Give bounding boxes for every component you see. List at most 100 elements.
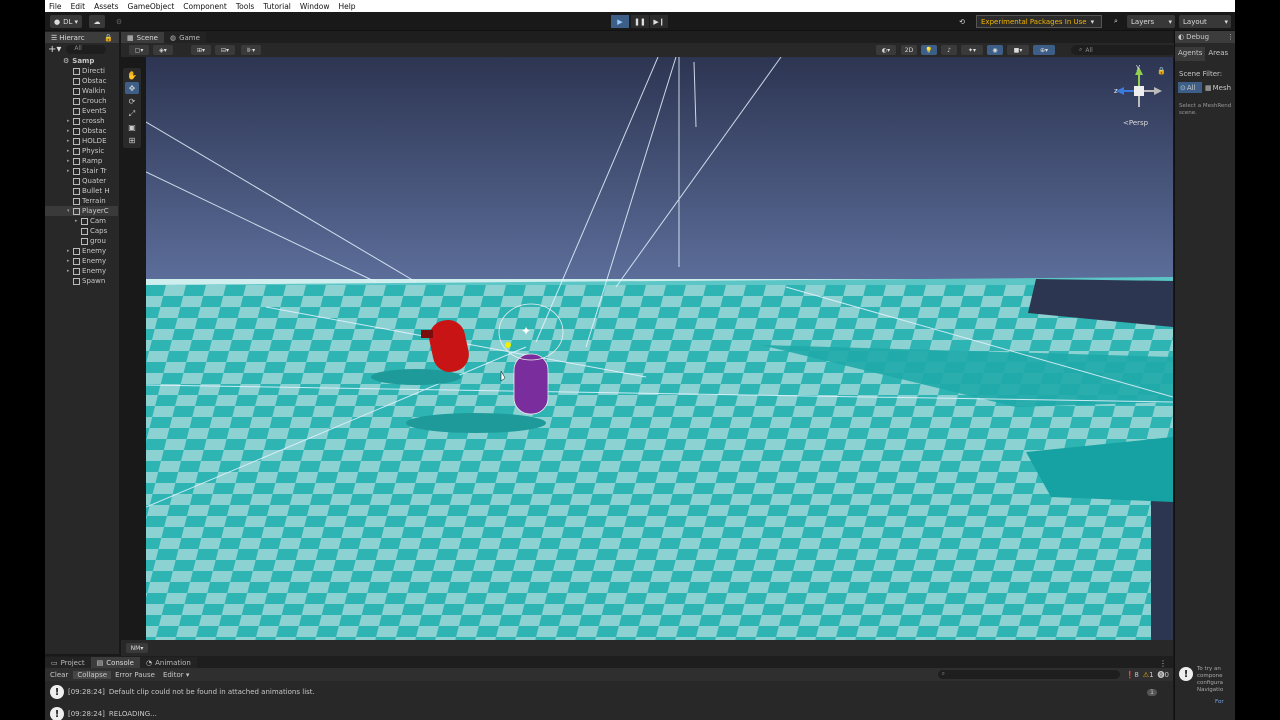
- hierarchy-item[interactable]: Terrain: [45, 196, 118, 206]
- hierarchy-item[interactable]: Bullet H: [45, 186, 118, 196]
- hierarchy-item[interactable]: ▸ Enemy: [45, 266, 118, 276]
- add-icon[interactable]: +▾: [48, 44, 61, 55]
- clear-button[interactable]: Clear: [45, 671, 73, 679]
- lighting-toggle[interactable]: 💡: [921, 45, 937, 55]
- error-pause-button[interactable]: Error Pause: [111, 671, 159, 679]
- menu-file[interactable]: File: [49, 2, 62, 11]
- hierarchy-search-input[interactable]: All: [66, 44, 107, 54]
- hierarchy-item[interactable]: Walkin: [45, 86, 118, 96]
- menu-tutorial[interactable]: Tutorial: [263, 2, 291, 11]
- hierarchy-item[interactable]: ▸ Enemy: [45, 246, 118, 256]
- rotate-tool-icon[interactable]: ⟳: [125, 95, 139, 107]
- more-icon[interactable]: ⋮: [1227, 33, 1234, 41]
- folder-icon: ▭: [51, 658, 58, 667]
- filter-mesh-button[interactable]: ▦ Mesh: [1205, 82, 1235, 93]
- tab-animation[interactable]: ◔ Animation: [140, 657, 197, 668]
- hierarchy-scene-root[interactable]: ⚙ Samp: [45, 56, 118, 66]
- menu-help[interactable]: Help: [338, 2, 355, 11]
- pause-button[interactable]: ❚❚: [631, 15, 649, 28]
- tab-game[interactable]: ◍ Game: [163, 32, 206, 43]
- hierarchy-item[interactable]: Spawn: [45, 276, 118, 286]
- error-count[interactable]: ⓿0: [1158, 670, 1169, 680]
- global-local-dropdown[interactable]: ⊞▾: [191, 45, 211, 55]
- play-button[interactable]: ▶: [611, 15, 629, 28]
- scale-tool-icon[interactable]: ⤢: [125, 108, 139, 120]
- hierarchy-item-label: Stair Tr: [82, 167, 107, 175]
- account-dropdown[interactable]: ● DL ▾: [50, 15, 82, 28]
- layers-dropdown[interactable]: Layers ▾: [1127, 15, 1175, 28]
- collapse-button[interactable]: Collapse: [73, 670, 112, 679]
- tab-debug[interactable]: ◐ Debug ⋮: [1175, 31, 1235, 43]
- gameobject-icon: [73, 257, 80, 265]
- mode-2d-toggle[interactable]: 2D: [901, 45, 917, 55]
- more-icon[interactable]: ⋮: [1159, 659, 1167, 668]
- tab-console[interactable]: ▤ Console: [90, 657, 140, 668]
- hierarchy-item[interactable]: grou: [45, 236, 118, 246]
- tab-hierarchy[interactable]: ☰ Hierarc 🔒: [45, 32, 119, 43]
- hierarchy-item[interactable]: Crouch: [45, 96, 118, 106]
- chevron-down-icon: ▾: [140, 644, 144, 652]
- menu-window[interactable]: Window: [300, 2, 330, 11]
- layout-dropdown[interactable]: Layout ▾: [1179, 15, 1231, 28]
- console-search-input[interactable]: ⌕: [937, 670, 1120, 679]
- cloud-icon[interactable]: ☁: [89, 15, 105, 28]
- tab-areas[interactable]: Areas: [1205, 47, 1231, 61]
- hierarchy-item[interactable]: ▾ PlayerC: [45, 206, 118, 216]
- move-tool-icon[interactable]: ✥: [125, 82, 139, 94]
- gizmos-dropdown[interactable]: ⊕▾: [1033, 45, 1055, 55]
- hand-tool-icon[interactable]: ✋: [125, 69, 139, 81]
- debug-bottom-link[interactable]: For: [1215, 699, 1224, 705]
- menu-component[interactable]: Component: [183, 2, 227, 11]
- tab-agents[interactable]: Agents: [1175, 47, 1206, 61]
- hierarchy-item[interactable]: ▸ Obstac: [45, 126, 118, 136]
- nm-dropdown[interactable]: NM ▾: [126, 643, 148, 653]
- search-icon[interactable]: ⌕: [1109, 15, 1123, 28]
- lock-icon[interactable]: 🔒: [104, 34, 113, 42]
- experimental-packages-dropdown[interactable]: Experimental Packages In Use ▾: [976, 15, 1102, 28]
- history-icon[interactable]: ⟲: [955, 15, 969, 28]
- grid-snap-dropdown[interactable]: ⊟▾: [215, 45, 235, 55]
- tab-scene[interactable]: ▦ Scene: [121, 32, 164, 43]
- lock-icon[interactable]: 🔒: [1157, 67, 1166, 75]
- editor-dropdown[interactable]: Editor ▾: [159, 671, 193, 679]
- hidden-objects-toggle[interactable]: ◉: [987, 45, 1003, 55]
- audio-toggle[interactable]: ♪: [941, 45, 957, 55]
- rect-tool-icon[interactable]: ▣: [125, 121, 139, 133]
- increment-snap-dropdown[interactable]: ⊪▾: [241, 45, 261, 55]
- hierarchy-item[interactable]: Directi: [45, 66, 118, 76]
- collab-icon[interactable]: ⚙: [113, 15, 125, 28]
- gizmo-sphere-dropdown[interactable]: ◐▾: [876, 45, 896, 55]
- menu-assets[interactable]: Assets: [94, 2, 118, 11]
- hierarchy-item[interactable]: EventS: [45, 106, 118, 116]
- draw-mode-dropdown[interactable]: ▢▾: [129, 45, 149, 55]
- hierarchy-item[interactable]: ▸ HOLDE: [45, 136, 118, 146]
- tab-project[interactable]: ▭ Project: [45, 657, 91, 668]
- info-count[interactable]: ❗8: [1126, 671, 1139, 679]
- filter-all-button[interactable]: ⊙ All: [1178, 82, 1202, 93]
- step-button[interactable]: ▶❙: [650, 15, 668, 28]
- hierarchy-item[interactable]: Caps: [45, 226, 118, 236]
- hierarchy-item-label: Enemy: [82, 247, 107, 255]
- scene-viewport[interactable]: ✦ z y <Persp 🔒: [146, 57, 1173, 640]
- transform-tool-icon[interactable]: ⊞: [125, 134, 139, 146]
- hierarchy-item[interactable]: ▸ Ramp: [45, 156, 118, 166]
- menu-edit[interactable]: Edit: [71, 2, 86, 11]
- hierarchy-item[interactable]: ▸ Physic: [45, 146, 118, 156]
- console-message[interactable]: ! [09:28:24] Default clip could not be f…: [45, 681, 1165, 703]
- hierarchy-item[interactable]: ▸ Cam: [45, 216, 118, 226]
- hierarchy-item[interactable]: Obstac: [45, 76, 118, 86]
- hierarchy-item[interactable]: ▸ Stair Tr: [45, 166, 118, 176]
- hierarchy-item[interactable]: ▸ crossh: [45, 116, 118, 126]
- menu-tools[interactable]: Tools: [236, 2, 254, 11]
- hierarchy-item[interactable]: Quater: [45, 176, 118, 186]
- experimental-label: Experimental Packages In Use: [981, 17, 1087, 26]
- effects-dropdown[interactable]: ✦▾: [961, 45, 983, 55]
- camera-dropdown[interactable]: ■▾: [1007, 45, 1029, 55]
- persp-label[interactable]: <Persp: [1123, 119, 1148, 127]
- hierarchy-item[interactable]: ▸ Enemy: [45, 256, 118, 266]
- warning-count[interactable]: ⚠1: [1143, 671, 1154, 679]
- scene-filter-label: Scene Filter:: [1179, 70, 1223, 78]
- console-message[interactable]: ! [09:28:24] RELOADING...: [45, 703, 1165, 720]
- menu-gameobject[interactable]: GameObject: [128, 2, 175, 11]
- shading-mode-dropdown[interactable]: ◈▾: [153, 45, 173, 55]
